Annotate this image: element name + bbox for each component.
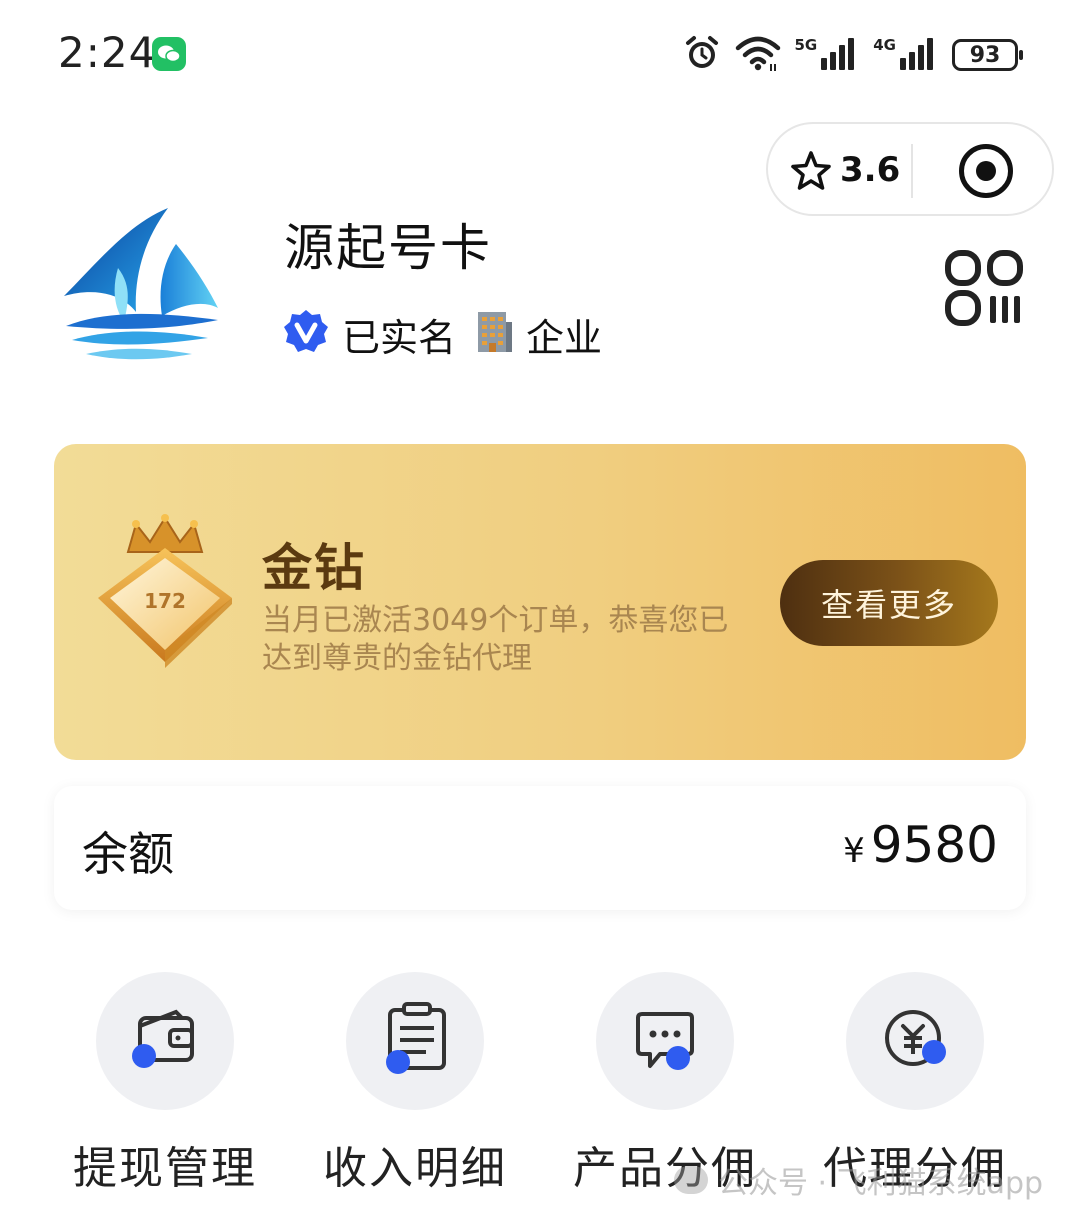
- status-icons: 5G 4G 93: [683, 32, 1023, 78]
- view-more-button[interactable]: 查看更多: [780, 560, 998, 646]
- clipboard-list-icon: [386, 1002, 446, 1074]
- watermark: 公众号 · 飞利猫系统app: [674, 1160, 1044, 1201]
- qr-code-icon[interactable]: [944, 250, 1024, 326]
- enterprise-building-icon: [474, 308, 514, 360]
- menu-icon-circle: [346, 972, 484, 1110]
- menu-item-withdraw[interactable]: 提现管理: [40, 972, 290, 1212]
- currency-symbol: ¥: [843, 831, 865, 871]
- chat-bubble-icon: [636, 1012, 694, 1070]
- wechat-notification-icon: [152, 37, 186, 71]
- balance-label: 余额: [82, 827, 174, 881]
- membership-level-card: 172 金钻 当月已激活3049个订单，恭喜您已达到尊贵的金钻代理 查看更多: [54, 444, 1026, 760]
- menu-icon-circle: [96, 972, 234, 1110]
- balance-number: 9580: [870, 816, 998, 874]
- signal-4g-icon: [898, 36, 938, 74]
- verified-label: 已实名: [342, 315, 457, 360]
- rating-value[interactable]: 3.6: [840, 150, 900, 190]
- shop-name: 源起号卡: [284, 219, 492, 277]
- level-description: 当月已激活3049个订单，恭喜您已达到尊贵的金钻代理: [262, 603, 729, 676]
- wechat-official-account-icon: [674, 1166, 708, 1194]
- yuan-coin-icon: [885, 1010, 946, 1066]
- signal-4g-label: 4G: [873, 36, 896, 54]
- mini-program-capsule: 3.6: [766, 122, 1054, 216]
- signal-5g-label: 5G: [794, 36, 818, 54]
- balance-amount: ¥9580: [843, 816, 998, 874]
- badge-row: 已实名 企业: [282, 306, 620, 362]
- badge-number: 172: [144, 589, 186, 613]
- menu-label-income: 收入明细: [323, 1143, 507, 1194]
- wallet-icon: [132, 1009, 194, 1068]
- star-icon[interactable]: [790, 150, 832, 196]
- watermark-text: 公众号 · 飞利猫系统app: [718, 1166, 1044, 1201]
- wifi-icon: [735, 34, 781, 76]
- alarm-icon: [683, 34, 721, 76]
- menu-icon-circle: [846, 972, 984, 1110]
- battery-indicator: 93: [952, 39, 1023, 71]
- balance-card[interactable]: 余额 ¥9580: [54, 786, 1026, 910]
- status-time: 2:24: [58, 28, 157, 77]
- menu-label-withdraw: 提现管理: [73, 1143, 257, 1194]
- brand-logo: [58, 204, 226, 370]
- capsule-divider: [911, 144, 913, 198]
- menu-icon-circle: [596, 972, 734, 1110]
- enterprise-label: 企业: [526, 315, 603, 360]
- status-bar: 2:24 5G 4G 93: [0, 0, 1080, 110]
- verified-badge-icon: [282, 308, 330, 360]
- gold-diamond-badge: 172: [90, 514, 240, 674]
- menu-item-income[interactable]: 收入明细: [290, 972, 540, 1212]
- level-title: 金钻: [262, 539, 366, 597]
- signal-5g-icon: [819, 36, 859, 74]
- close-target-icon[interactable]: [959, 144, 1013, 198]
